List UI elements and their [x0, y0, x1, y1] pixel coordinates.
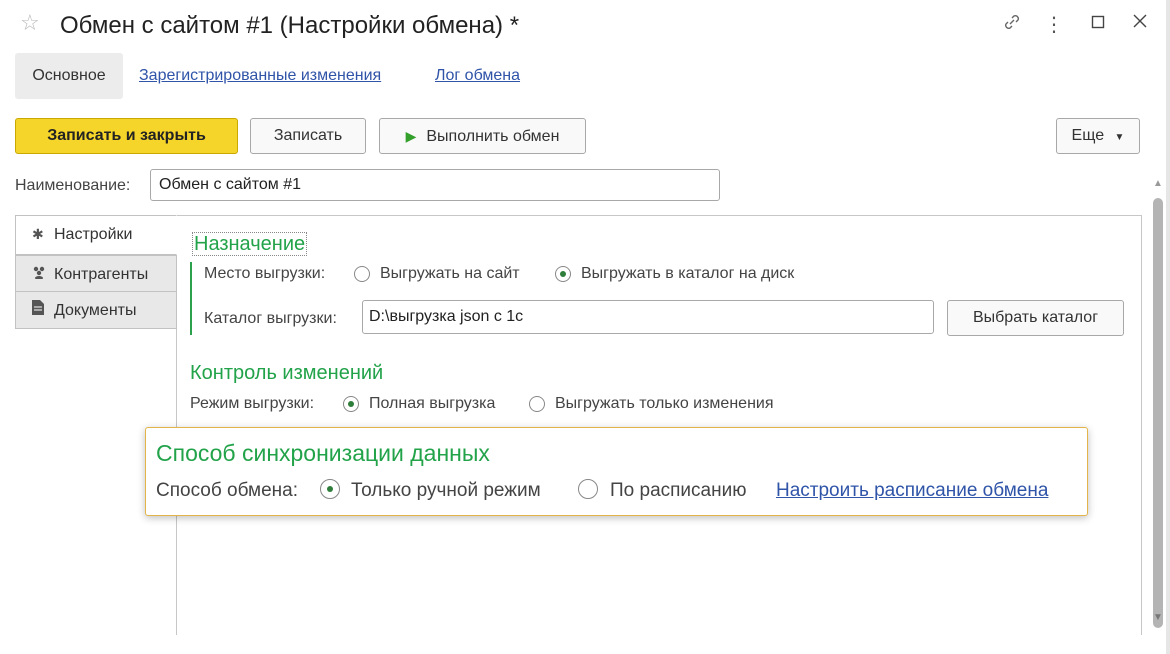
dropdown-arrow-icon: ▼	[1114, 132, 1125, 143]
configure-schedule-link[interactable]: Настроить расписание обмена	[776, 480, 1048, 502]
run-exchange-label: Выполнить обмен	[426, 128, 560, 145]
nav-tab-main[interactable]: Основное	[15, 53, 123, 99]
maximize-icon[interactable]	[1086, 12, 1110, 35]
users-icon	[32, 256, 54, 292]
radio-changes-only-label[interactable]: Выгружать только изменения	[555, 395, 774, 413]
upload-place-label: Место выгрузки:	[204, 265, 326, 282]
radio-upload-site-label[interactable]: Выгружать на сайт	[380, 265, 520, 283]
link-icon[interactable]	[1000, 12, 1024, 38]
tab-contractors-label: Контрагенты	[54, 266, 149, 283]
radio-by-schedule-label[interactable]: По расписанию	[610, 480, 746, 502]
scroll-down-icon[interactable]: ▼	[1153, 612, 1163, 623]
window-edge	[1166, 0, 1170, 654]
tab-documents[interactable]: Документы	[15, 291, 177, 329]
radio-upload-disk-label[interactable]: Выгружать в каталог на диск	[581, 265, 794, 283]
more-vertical-icon[interactable]: ⋮	[1042, 12, 1066, 37]
section-title-change-control: Контроль изменений	[190, 362, 384, 384]
nav-link-exchange-log[interactable]: Лог обмена	[435, 67, 520, 85]
save-and-close-button[interactable]: Записать и закрыть	[15, 118, 238, 154]
close-icon[interactable]	[1128, 12, 1152, 35]
radio-changes-only[interactable]	[529, 396, 545, 412]
radio-manual-mode-label[interactable]: Только ручной режим	[351, 480, 541, 502]
section-title-sync: Способ синхронизации данных	[156, 440, 490, 466]
radio-manual-mode[interactable]	[320, 479, 340, 499]
save-button[interactable]: Записать	[250, 118, 366, 154]
section-title-purpose[interactable]: Назначение	[192, 232, 308, 256]
section-marker	[190, 262, 192, 335]
favorite-star-icon[interactable]: ☆	[20, 10, 40, 36]
radio-full-upload[interactable]	[343, 396, 359, 412]
nav-link-registered-changes[interactable]: Зарегистрированные изменения	[139, 67, 381, 85]
upload-mode-label: Режим выгрузки:	[190, 395, 315, 412]
radio-upload-disk[interactable]	[555, 266, 571, 282]
tab-documents-label: Документы	[54, 302, 137, 319]
name-input[interactable]: Обмен с сайтом #1	[150, 169, 720, 201]
radio-by-schedule[interactable]	[578, 479, 598, 499]
tab-settings-label: Настройки	[54, 226, 133, 243]
window-title: Обмен с сайтом #1 (Настройки обмена) *	[60, 12, 520, 39]
run-exchange-button[interactable]: ▶ Выполнить обмен	[379, 118, 586, 154]
upload-dir-input[interactable]: D:\выгрузка json с 1с	[362, 300, 934, 334]
tab-settings[interactable]: ✱ Настройки	[15, 215, 177, 255]
more-label: Еще	[1071, 127, 1105, 144]
exchange-method-label: Способ обмена:	[156, 480, 299, 501]
upload-dir-label: Каталог выгрузки:	[204, 310, 337, 327]
scroll-up-icon[interactable]: ▲	[1153, 178, 1163, 189]
radio-full-upload-label[interactable]: Полная выгрузка	[369, 395, 495, 413]
scrollbar-thumb[interactable]	[1153, 198, 1163, 628]
more-button[interactable]: Еще ▼	[1056, 118, 1140, 154]
tab-contractors[interactable]: Контрагенты	[15, 255, 177, 293]
choose-dir-button[interactable]: Выбрать каталог	[947, 300, 1124, 336]
document-icon	[32, 292, 54, 328]
gear-icon: ✱	[32, 226, 44, 242]
name-label: Наименование:	[15, 177, 131, 194]
radio-upload-site[interactable]	[354, 266, 370, 282]
play-icon: ▶	[405, 128, 417, 144]
